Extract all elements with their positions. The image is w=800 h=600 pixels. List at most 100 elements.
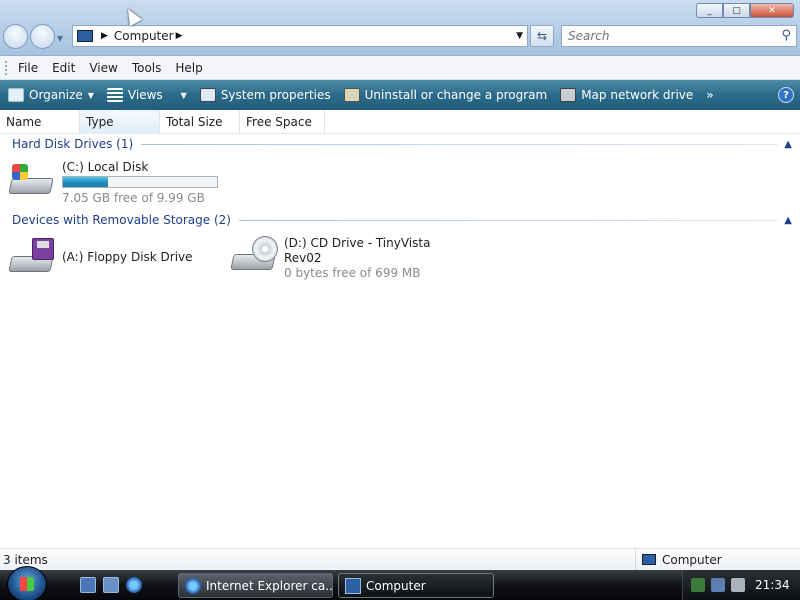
menu-edit[interactable]: Edit (52, 61, 75, 75)
network-icon[interactable] (711, 578, 725, 592)
refresh-button[interactable]: ⇆ (530, 25, 554, 47)
refresh-icon: ⇆ (536, 29, 548, 43)
views-icon (106, 88, 123, 102)
breadcrumb-arrow-icon[interactable]: ▶ (176, 31, 183, 41)
column-total-size[interactable]: Total Size (160, 110, 240, 134)
uninstall-label: Uninstall or change a program (364, 88, 548, 102)
drive-details: (C:) Local Disk 7.05 GB free of 9.99 GB (62, 160, 218, 206)
minimize-button[interactable]: _ (696, 3, 723, 18)
column-name[interactable]: Name (0, 110, 80, 134)
drive-details: (A:) Floppy Disk Drive (62, 238, 193, 276)
drive-free-space: 0 bytes free of 699 MB (284, 266, 421, 280)
collapse-chevron-icon[interactable]: ▲ (784, 215, 792, 226)
uninstall-icon (343, 88, 360, 102)
drive-name-line2: Rev02 (284, 251, 322, 265)
maximize-button[interactable]: □ (723, 3, 750, 18)
column-header-row: Name Type Total Size Free Space (0, 106, 800, 134)
group-hard-disk-drives[interactable]: Hard Disk Drives (1) ▲ (12, 137, 792, 151)
window-controls: _ □ ✕ (696, 3, 794, 18)
chevron-down-icon: ▼ (87, 90, 94, 100)
menu-file[interactable]: File (18, 61, 38, 75)
search-box[interactable]: ⚲ (561, 25, 797, 47)
menu-tools[interactable]: Tools (132, 61, 162, 75)
hard-drive-icon (8, 160, 56, 198)
status-item-count: 3 items (0, 549, 636, 570)
map-network-drive-button[interactable]: Map network drive (560, 88, 693, 102)
search-input[interactable] (568, 29, 768, 43)
status-bar: 3 items Computer (0, 548, 800, 570)
cd-drive-icon (230, 236, 278, 274)
computer-icon (345, 577, 361, 594)
more-commands-button[interactable]: » (706, 88, 713, 102)
drive-name: (D:) CD Drive - TinyVista (284, 236, 431, 250)
volume-muted-icon[interactable] (731, 578, 745, 592)
address-bar[interactable]: ▶ Computer ▶ ▼ (72, 25, 528, 47)
taskbar: Internet Explorer ca... Computer 21:34 (0, 566, 800, 600)
recent-pages-dropdown-icon[interactable]: ▼ (57, 34, 63, 49)
drive-item-d[interactable]: (D:) CD Drive - TinyVista Rev02 0 bytes … (230, 236, 430, 281)
taskbar-item-computer[interactable]: Computer (338, 573, 494, 598)
drive-free-space: 7.05 GB free of 9.99 GB (62, 191, 205, 205)
column-free-space[interactable]: Free Space (240, 110, 325, 134)
organize-label: Organize (29, 88, 83, 102)
switch-windows-icon[interactable] (103, 577, 119, 593)
group-title: Devices with Removable Storage (2) (12, 213, 231, 227)
breadcrumb-computer[interactable]: Computer (114, 29, 174, 43)
drive-item-a[interactable]: (A:) Floppy Disk Drive (8, 238, 193, 276)
map-drive-label: Map network drive (581, 88, 694, 102)
group-divider (238, 219, 779, 221)
help-icon[interactable]: ? (778, 87, 794, 103)
drive-name: (C:) Local Disk (62, 160, 149, 174)
group-removable-storage[interactable]: Devices with Removable Storage (2) ▲ (12, 213, 792, 227)
floppy-drive-icon (8, 238, 56, 276)
more-chevron-icon: » (706, 88, 714, 102)
drive-details: (D:) CD Drive - TinyVista Rev02 0 bytes … (284, 236, 430, 281)
collapse-chevron-icon[interactable]: ▲ (784, 139, 792, 150)
taskbar-item-internet-explorer[interactable]: Internet Explorer ca... (178, 573, 333, 598)
forward-button[interactable] (30, 24, 55, 49)
navigation-buttons: ▼ (3, 24, 63, 49)
group-title: Hard Disk Drives (1) (12, 137, 134, 151)
organize-button[interactable]: Organize ▼ (8, 88, 94, 102)
drive-name: (A:) Floppy Disk Drive (62, 250, 193, 264)
task-label: Computer (366, 578, 426, 593)
task-label: Internet Explorer ca... (206, 578, 333, 593)
security-center-icon[interactable] (691, 578, 705, 592)
menu-help[interactable]: Help (175, 61, 202, 75)
drive-item-c[interactable]: (C:) Local Disk 7.05 GB free of 9.99 GB (8, 160, 218, 206)
organize-icon (8, 88, 24, 102)
system-tray: 21:34 (682, 570, 800, 600)
back-button[interactable] (3, 24, 28, 49)
views-label: Views (127, 88, 163, 102)
drive-usage-fill (63, 177, 109, 187)
column-type[interactable]: Type (80, 106, 160, 134)
drive-usage-bar (62, 176, 218, 188)
internet-explorer-icon[interactable] (126, 577, 142, 593)
system-properties-button[interactable]: System properties (199, 88, 331, 102)
breadcrumb-arrow-icon[interactable]: ▶ (101, 31, 108, 41)
computer-icon (77, 30, 93, 42)
show-desktop-icon[interactable] (80, 577, 96, 593)
status-location-label: Computer (662, 552, 722, 567)
system-properties-icon (199, 88, 216, 102)
group-divider (141, 143, 779, 145)
status-location: Computer (636, 553, 722, 567)
network-drive-icon (560, 88, 577, 102)
internet-explorer-icon (185, 577, 201, 594)
close-button[interactable]: ✕ (750, 3, 794, 18)
system-properties-label: System properties (220, 88, 331, 102)
toolbar-grip (5, 61, 8, 75)
menu-view[interactable]: View (89, 61, 117, 75)
chevron-down-icon: ▼ (180, 90, 187, 100)
menu-bar: File Edit View Tools Help (0, 56, 800, 80)
address-dropdown-icon[interactable]: ▼ (516, 31, 523, 41)
quick-launch (80, 577, 149, 593)
title-bar: _ □ ✕ ▼ ▶ Computer ▶ ▼ ⇆ ⚲ (0, 0, 800, 56)
uninstall-program-button[interactable]: Uninstall or change a program (343, 88, 548, 102)
views-button[interactable]: Views ▼ (106, 88, 187, 102)
computer-icon (642, 554, 656, 565)
clock[interactable]: 21:34 (755, 578, 790, 592)
start-button[interactable] (7, 566, 47, 600)
search-icon[interactable]: ⚲ (781, 28, 791, 43)
command-bar: Organize ▼ Views ▼ System properties Uni… (0, 80, 800, 110)
